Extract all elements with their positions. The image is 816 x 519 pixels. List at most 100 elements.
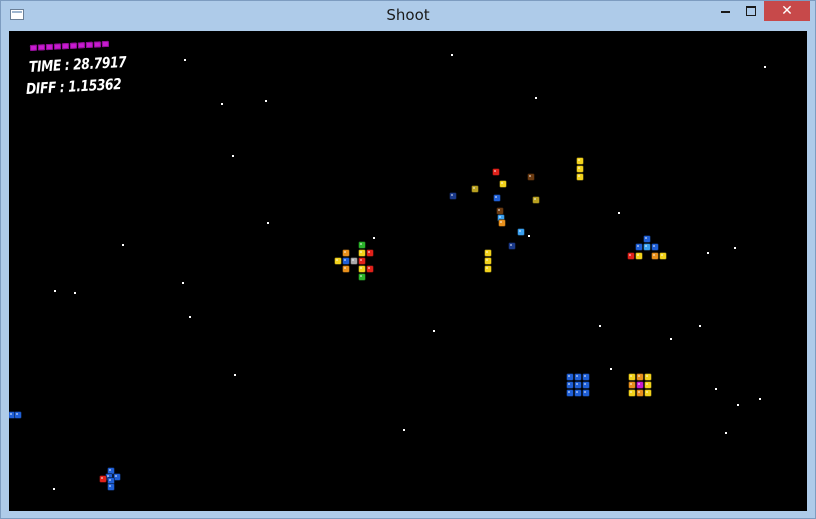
block-highlight [578, 159, 580, 161]
block-highlight [473, 187, 475, 189]
star [122, 244, 124, 246]
block-highlight [576, 383, 578, 385]
block-highlight [510, 244, 512, 246]
minimize-button[interactable] [712, 1, 738, 21]
star [528, 235, 530, 237]
block-highlight [498, 209, 500, 211]
star [189, 316, 191, 318]
star [267, 222, 269, 224]
enemy-triangle [627, 235, 667, 260]
block-highlight [568, 383, 570, 385]
star [734, 247, 736, 249]
block-highlight [344, 251, 346, 253]
block-highlight [534, 198, 536, 200]
block-highlight [630, 383, 632, 385]
block-highlight [486, 251, 488, 253]
block-highlight [368, 267, 370, 269]
enemy-orange-block [628, 373, 652, 397]
block-highlight [495, 196, 497, 198]
block-highlight [646, 383, 648, 385]
block-highlight [360, 267, 362, 269]
block-highlight [360, 275, 362, 277]
block-highlight [529, 175, 531, 177]
star [234, 374, 236, 376]
block-highlight [578, 175, 580, 177]
star [715, 388, 717, 390]
minimize-icon [720, 11, 730, 13]
block-highlight [109, 469, 111, 471]
block-highlight [494, 170, 496, 172]
block-highlight [360, 259, 362, 261]
block-highlight [486, 259, 488, 261]
maximize-button[interactable] [738, 1, 764, 21]
block-highlight [344, 267, 346, 269]
star [53, 488, 55, 490]
block-highlight [653, 245, 655, 247]
star [74, 292, 76, 294]
block-highlight [568, 391, 570, 393]
star [610, 368, 612, 370]
maximize-icon [746, 6, 756, 16]
block-highlight [661, 254, 663, 256]
close-button[interactable]: ✕ [764, 1, 810, 21]
game-window: Shoot ✕ TIME : 28.7917 DIFF : 1.15362 [0, 0, 816, 519]
edge-ship-left [9, 411, 22, 419]
block-highlight [499, 216, 501, 218]
star [221, 103, 223, 105]
block-highlight [584, 391, 586, 393]
star [184, 59, 186, 61]
debris-cluster [449, 168, 540, 250]
star [618, 212, 620, 214]
block-highlight [576, 391, 578, 393]
block-highlight [638, 375, 640, 377]
game-canvas[interactable]: TIME : 28.7917 DIFF : 1.15362 [9, 31, 807, 511]
close-icon: ✕ [781, 3, 793, 19]
block-highlight [486, 267, 488, 269]
star [232, 155, 234, 157]
block-highlight [584, 383, 586, 385]
star [707, 252, 709, 254]
block-highlight [360, 243, 362, 245]
block-highlight [637, 254, 639, 256]
block-highlight [646, 375, 648, 377]
title-bar[interactable]: Shoot ✕ [1, 1, 815, 30]
block-highlight [101, 477, 103, 479]
block-highlight [500, 221, 502, 223]
enemy-blue-block [566, 373, 590, 397]
block-highlight [637, 245, 639, 247]
block-highlight [352, 259, 354, 261]
star [54, 290, 56, 292]
block-highlight [645, 245, 647, 247]
block-highlight [501, 182, 503, 184]
block-highlight [109, 485, 111, 487]
block-highlight [629, 254, 631, 256]
block-highlight [336, 259, 338, 261]
block-highlight [519, 230, 521, 232]
block-highlight [578, 167, 580, 169]
yellow-bar-mid [484, 249, 492, 273]
block-highlight [451, 194, 453, 196]
block-highlight [115, 475, 117, 477]
star [403, 429, 405, 431]
block-highlight [646, 391, 648, 393]
star [599, 325, 601, 327]
star [535, 97, 537, 99]
block-highlight [107, 475, 109, 477]
block-highlight [344, 259, 346, 261]
yellow-bar-top [576, 157, 584, 181]
star [725, 432, 727, 434]
block-highlight [630, 391, 632, 393]
block-highlight [109, 479, 111, 481]
block-highlight [645, 237, 647, 239]
enemy-cross-cluster [334, 241, 374, 281]
star [764, 66, 766, 68]
star [699, 325, 701, 327]
star [759, 398, 761, 400]
star [373, 237, 375, 239]
star [451, 54, 453, 56]
block-highlight [576, 375, 578, 377]
block-highlight [368, 251, 370, 253]
block-highlight [360, 251, 362, 253]
block-highlight [638, 383, 640, 385]
block-highlight [630, 375, 632, 377]
